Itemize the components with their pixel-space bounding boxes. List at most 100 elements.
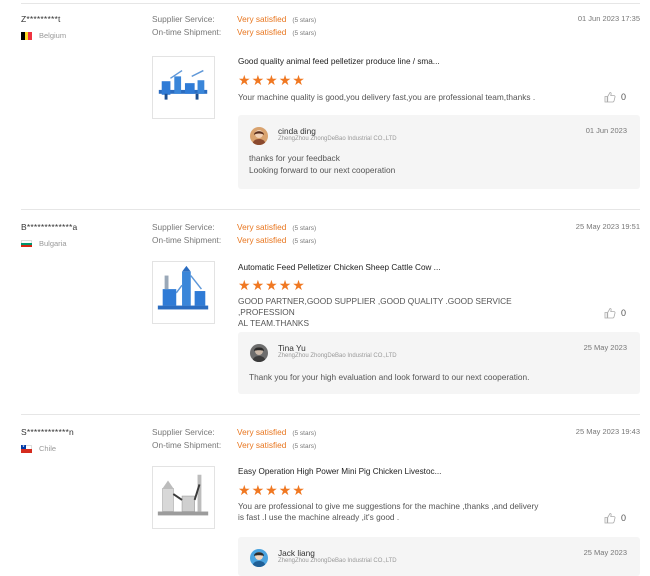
star-icon: ★ bbox=[265, 72, 278, 88]
star-icon: ★ bbox=[278, 482, 292, 498]
country-name: Belgium bbox=[39, 31, 67, 40]
rating-label: On-time Shipment: bbox=[152, 27, 222, 37]
like-button[interactable]: 0 bbox=[604, 512, 626, 524]
buyer-name: B*************a bbox=[21, 222, 78, 232]
review-item: Z*********t Belgium Supplier Service: Ve… bbox=[21, 14, 640, 210]
reply-company: ZhengZhou ZhongDeBao Industrial CO.,LTD bbox=[278, 136, 397, 142]
star-icon: ★ bbox=[238, 482, 251, 498]
rating-label: On-time Shipment: bbox=[152, 235, 222, 245]
avatar bbox=[250, 127, 268, 145]
star-icon: ★ bbox=[292, 72, 305, 88]
rating-label: On-time Shipment: bbox=[152, 440, 222, 450]
supplier-reply: Tina Yu ZhengZhou ZhongDeBao Industrial … bbox=[238, 332, 640, 394]
thumbs-up-icon bbox=[604, 308, 616, 319]
product-title-link[interactable]: Easy Operation High Power Mini Pig Chick… bbox=[238, 467, 441, 476]
review-star-rating: ★ ★ ★ ★ ★ bbox=[238, 483, 305, 497]
comment-line: You are professional to give me suggesti… bbox=[238, 501, 539, 511]
avatar-image bbox=[250, 549, 268, 567]
review-comment: You are professional to give me suggesti… bbox=[238, 501, 568, 523]
review-divider bbox=[21, 209, 640, 210]
star-icon: ★ bbox=[251, 72, 265, 88]
comment-line: GOOD PARTNER,GOOD SUPPLIER ,GOOD QUALITY… bbox=[238, 296, 512, 317]
thumbs-up-icon bbox=[604, 92, 616, 103]
product-title-link[interactable]: Good quality animal feed pelletizer prod… bbox=[238, 57, 440, 66]
thumbs-up-icon bbox=[604, 513, 616, 524]
like-button[interactable]: 0 bbox=[604, 91, 626, 103]
rating-value: Very satisfied bbox=[237, 14, 287, 24]
product-thumbnail[interactable] bbox=[152, 261, 215, 324]
star-icon: ★ bbox=[278, 277, 292, 293]
star-icon: ★ bbox=[251, 277, 265, 293]
chile-flag-icon: ★ bbox=[21, 444, 32, 453]
reply-text: Thank you for your high evaluation and l… bbox=[249, 371, 629, 383]
country-name: Chile bbox=[39, 444, 57, 453]
review-date: 25 May 2023 19:43 bbox=[575, 427, 640, 436]
rating-label: Supplier Service: bbox=[152, 222, 215, 232]
buyer-name: Z*********t bbox=[21, 14, 61, 24]
product-thumbnail[interactable] bbox=[152, 56, 215, 119]
review-comment: GOOD PARTNER,GOOD SUPPLIER ,GOOD QUALITY… bbox=[238, 296, 568, 329]
rating-value: Very satisfied bbox=[237, 27, 287, 37]
belgium-flag-icon bbox=[21, 31, 33, 40]
star-icon: ★ bbox=[251, 482, 265, 498]
reply-author: cinda ding bbox=[278, 126, 316, 136]
supplier-reply: Jack liang ZhengZhou ZhongDeBao Industri… bbox=[238, 537, 640, 576]
rating-value: Very satisfied bbox=[237, 235, 287, 245]
reply-text: thanks for your feedback Looking forward… bbox=[249, 152, 629, 176]
reply-author: Jack liang bbox=[278, 548, 315, 558]
on-time-shipment-rating: On-time Shipment: Very satisfied (5 star… bbox=[152, 235, 316, 247]
reply-author: Tina Yu bbox=[278, 343, 306, 353]
star-icon: ★ bbox=[238, 72, 251, 88]
supplier-reply: cinda ding ZhengZhou ZhongDeBao Industri… bbox=[238, 115, 640, 189]
reply-date: 01 Jun 2023 bbox=[585, 126, 627, 135]
like-count: 0 bbox=[620, 92, 626, 102]
avatar-image bbox=[250, 127, 268, 145]
comment-line: AL TEAM.THANKS bbox=[238, 318, 310, 328]
rating-stars-text: (5 stars) bbox=[292, 238, 317, 245]
buyer-country: Belgium bbox=[21, 31, 66, 40]
review-date: 01 Jun 2023 17:35 bbox=[577, 14, 640, 23]
rating-value: Very satisfied bbox=[237, 427, 287, 437]
review-comment: Your machine quality is good,you deliver… bbox=[238, 92, 536, 102]
feed-pelletizer-machine-image bbox=[157, 265, 209, 310]
rating-label: Supplier Service: bbox=[152, 14, 215, 24]
country-name: Bulgaria bbox=[39, 239, 67, 248]
review-star-rating: ★ ★ ★ ★ ★ bbox=[238, 278, 305, 292]
product-thumbnail[interactable] bbox=[152, 466, 215, 529]
supplier-service-rating: Supplier Service: Very satisfied (5 star… bbox=[152, 222, 316, 234]
rating-label: Supplier Service: bbox=[152, 427, 215, 437]
star-icon: ★ bbox=[265, 277, 278, 293]
star-icon: ★ bbox=[265, 482, 278, 498]
reply-company: ZhengZhou ZhongDeBao Industrial CO.,LTD bbox=[278, 558, 397, 564]
review-date: 25 May 2023 19:51 bbox=[575, 222, 640, 231]
chile-star-icon: ★ bbox=[21, 444, 26, 449]
grinding-mill-machine-image bbox=[157, 474, 209, 516]
supplier-service-rating: Supplier Service: Very satisfied (5 star… bbox=[152, 427, 316, 439]
avatar bbox=[250, 344, 268, 362]
avatar bbox=[250, 549, 268, 567]
star-icon: ★ bbox=[278, 72, 292, 88]
reply-date: 25 May 2023 bbox=[583, 548, 627, 557]
like-button[interactable]: 0 bbox=[604, 307, 626, 319]
review-star-rating: ★ ★ ★ ★ ★ bbox=[238, 73, 305, 87]
bulgaria-flag-icon bbox=[21, 239, 32, 248]
review-item: S************n ★ Chile Supplier Service:… bbox=[21, 427, 640, 576]
reply-company: ZhengZhou ZhongDeBao Industrial CO.,LTD bbox=[278, 353, 397, 359]
rating-summary: Supplier Service: Very satisfied (5 star… bbox=[152, 427, 316, 453]
avatar-image bbox=[250, 344, 268, 362]
comment-line: is fast .I use the machine already ,it's… bbox=[238, 512, 400, 522]
reply-line: Looking forward to our next cooperation bbox=[249, 165, 396, 175]
product-title-link[interactable]: Automatic Feed Pelletizer Chicken Sheep … bbox=[238, 263, 441, 272]
rating-stars-text: (5 stars) bbox=[292, 443, 317, 450]
rating-summary: Supplier Service: Very satisfied (5 star… bbox=[152, 222, 316, 248]
review-divider bbox=[21, 414, 640, 415]
rating-stars-text: (5 stars) bbox=[292, 225, 317, 232]
star-icon: ★ bbox=[238, 277, 251, 293]
buyer-country: Bulgaria bbox=[21, 239, 67, 248]
reply-line: Thank you for your high evaluation and l… bbox=[249, 372, 530, 382]
rating-value: Very satisfied bbox=[237, 222, 287, 232]
buyer-country: ★ Chile bbox=[21, 444, 56, 453]
reply-date: 25 May 2023 bbox=[583, 343, 627, 352]
star-icon: ★ bbox=[292, 482, 305, 498]
rating-summary: Supplier Service: Very satisfied (5 star… bbox=[152, 14, 316, 40]
